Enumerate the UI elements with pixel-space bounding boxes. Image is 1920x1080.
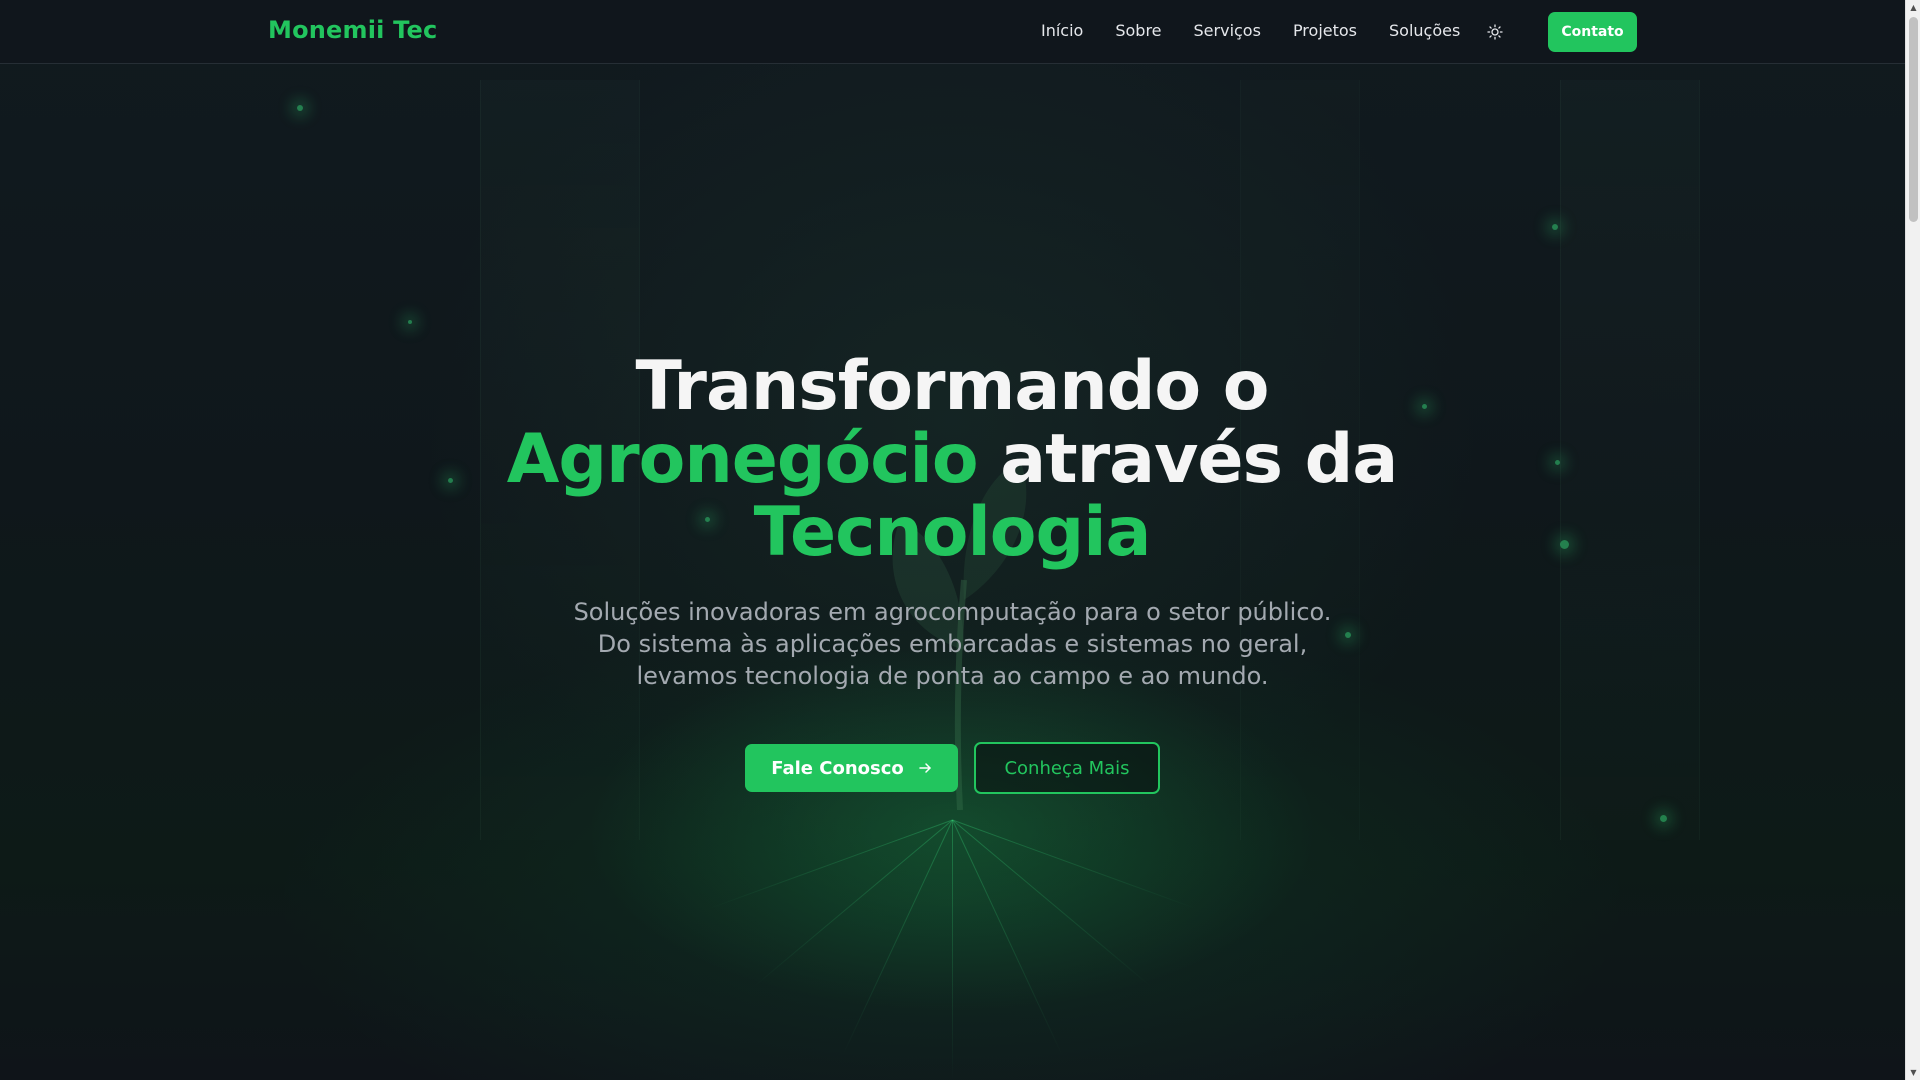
main-nav: Início Sobre Serviços Projetos Soluções	[1041, 21, 1492, 40]
hero-title-highlight-tecnologia: Tecnologia	[753, 493, 1152, 572]
light-beam	[952, 819, 1152, 988]
nav-link-inicio[interactable]: Início	[1041, 21, 1083, 40]
sun-icon	[1487, 24, 1503, 40]
nav-link-projetos[interactable]: Projetos	[1293, 21, 1357, 40]
hero-subtitle: Soluções inovadoras em agrocomputação pa…	[573, 598, 1332, 690]
contact-button[interactable]: Contato	[1548, 12, 1637, 52]
light-beam	[952, 820, 953, 1080]
glow-dot	[1552, 224, 1558, 230]
glow-dot	[1560, 540, 1569, 549]
nav-link-servicos[interactable]: Serviços	[1194, 21, 1261, 40]
scroll-down-arrow-icon[interactable]: ▼	[1906, 1065, 1920, 1080]
nav-link-solucoes[interactable]: Soluções	[1389, 21, 1460, 40]
light-beam	[842, 819, 953, 1056]
scroll-thumb[interactable]	[1909, 17, 1918, 222]
page-scrollbar[interactable]: ▲ ▼	[1905, 0, 1920, 1080]
arrow-right-icon	[919, 763, 931, 773]
glow-dot	[1345, 632, 1351, 638]
fale-conosco-label: Fale Conosco	[771, 757, 904, 779]
glow-dot	[1660, 815, 1667, 822]
hero-title-line1: Transformando o	[635, 347, 1270, 426]
glow-dot	[408, 320, 412, 324]
glow-dot	[297, 105, 303, 111]
glow-dot	[1555, 460, 1560, 465]
light-beam	[753, 819, 953, 988]
nav-link-sobre[interactable]: Sobre	[1115, 21, 1161, 40]
hero-title: Transformando o Agronegócio através da T…	[452, 350, 1452, 569]
theme-toggle-button[interactable]	[1484, 21, 1506, 43]
light-beam	[952, 819, 1063, 1056]
top-navbar: Monemii Tec Início Sobre Serviços Projet…	[0, 0, 1905, 64]
hero-title-highlight-agronegocio: Agronegócio	[506, 420, 979, 499]
conheca-mais-button[interactable]: Conheça Mais	[974, 742, 1160, 794]
brand-logo[interactable]: Monemii Tec	[268, 16, 437, 44]
background-pillar	[1560, 80, 1700, 840]
scroll-up-arrow-icon[interactable]: ▲	[1906, 0, 1920, 15]
fale-conosco-button[interactable]: Fale Conosco	[745, 744, 958, 792]
light-beam	[952, 819, 1197, 910]
hero-title-mid: através da	[977, 420, 1398, 499]
